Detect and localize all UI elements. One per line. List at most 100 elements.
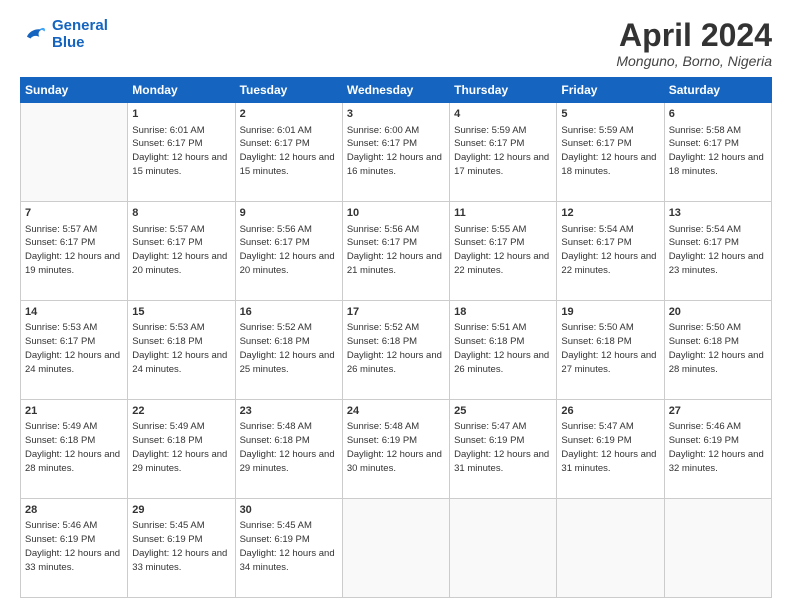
day-number: 28 <box>25 503 123 518</box>
day-info: Sunrise: 6:00 AMSunset: 6:17 PMDaylight:… <box>347 124 445 179</box>
day-info: Sunrise: 5:53 AMSunset: 6:18 PMDaylight:… <box>132 321 230 376</box>
calendar-cell: 6 Sunrise: 5:58 AMSunset: 6:17 PMDaylight… <box>664 103 771 202</box>
day-number: 1 <box>132 107 230 122</box>
weekday-header-saturday: Saturday <box>664 78 771 103</box>
day-info: Sunrise: 6:01 AMSunset: 6:17 PMDaylight:… <box>132 124 230 179</box>
logo-line1: General <box>52 17 108 34</box>
weekday-header-thursday: Thursday <box>450 78 557 103</box>
calendar-cell: 25Sunrise: 5:47 AMSunset: 6:19 PMDayligh… <box>450 400 557 499</box>
calendar-cell: 15Sunrise: 5:53 AMSunset: 6:18 PMDayligh… <box>128 301 235 400</box>
calendar-cell: 18Sunrise: 5:51 AMSunset: 6:18 PMDayligh… <box>450 301 557 400</box>
day-info: Sunrise: 5:51 AMSunset: 6:18 PMDaylight:… <box>454 321 552 376</box>
day-info: Sunrise: 5:54 AMSunset: 6:17 PMDaylight:… <box>561 223 659 278</box>
weekday-header-friday: Friday <box>557 78 664 103</box>
day-number: 2 <box>240 107 338 122</box>
day-number: 21 <box>25 404 123 419</box>
calendar-cell <box>450 499 557 598</box>
calendar-cell: 21Sunrise: 5:49 AMSunset: 6:18 PMDayligh… <box>21 400 128 499</box>
day-number: 23 <box>240 404 338 419</box>
day-number: 9 <box>240 206 338 221</box>
logo-bird-icon <box>20 21 48 49</box>
weekday-header-tuesday: Tuesday <box>235 78 342 103</box>
calendar-week-row: 28Sunrise: 5:46 AMSunset: 6:19 PMDayligh… <box>21 499 772 598</box>
calendar-cell: 28Sunrise: 5:46 AMSunset: 6:19 PMDayligh… <box>21 499 128 598</box>
day-number: 7 <box>25 206 123 221</box>
day-info: Sunrise: 5:55 AMSunset: 6:17 PMDaylight:… <box>454 223 552 278</box>
weekday-header-sunday: Sunday <box>21 78 128 103</box>
logo: General Blue <box>20 18 108 51</box>
day-number: 27 <box>669 404 767 419</box>
calendar-cell: 2 Sunrise: 6:01 AMSunset: 6:17 PMDaylight… <box>235 103 342 202</box>
day-info: Sunrise: 5:49 AMSunset: 6:18 PMDaylight:… <box>25 420 123 475</box>
calendar-cell <box>21 103 128 202</box>
day-info: Sunrise: 5:46 AMSunset: 6:19 PMDaylight:… <box>669 420 767 475</box>
day-number: 11 <box>454 206 552 221</box>
calendar-cell: 24Sunrise: 5:48 AMSunset: 6:19 PMDayligh… <box>342 400 449 499</box>
calendar-cell: 22Sunrise: 5:49 AMSunset: 6:18 PMDayligh… <box>128 400 235 499</box>
calendar-cell: 3Sunrise: 6:00 AMSunset: 6:17 PMDaylight… <box>342 103 449 202</box>
day-number: 18 <box>454 305 552 320</box>
calendar-cell: 23Sunrise: 5:48 AMSunset: 6:18 PMDayligh… <box>235 400 342 499</box>
day-info: Sunrise: 5:50 AMSunset: 6:18 PMDaylight:… <box>561 321 659 376</box>
title-block: April 2024 Monguno, Borno, Nigeria <box>616 18 772 69</box>
day-number: 13 <box>669 206 767 221</box>
day-info: Sunrise: 5:59 AMSunset: 6:17 PMDaylight:… <box>561 124 659 179</box>
day-info: Sunrise: 5:46 AMSunset: 6:19 PMDaylight:… <box>25 519 123 574</box>
day-info: Sunrise: 5:59 AMSunset: 6:17 PMDaylight:… <box>454 124 552 179</box>
calendar-cell: 10 Sunrise: 5:56 AMSunset: 6:17 PMDayligh… <box>342 202 449 301</box>
day-number: 19 <box>561 305 659 320</box>
day-number: 16 <box>240 305 338 320</box>
day-info: Sunrise: 5:47 AMSunset: 6:19 PMDaylight:… <box>454 420 552 475</box>
calendar-cell: 9 Sunrise: 5:56 AMSunset: 6:17 PMDaylight… <box>235 202 342 301</box>
calendar-header-row: SundayMondayTuesdayWednesdayThursdayFrid… <box>21 78 772 103</box>
day-number: 12 <box>561 206 659 221</box>
day-number: 5 <box>561 107 659 122</box>
calendar-week-row: 21Sunrise: 5:49 AMSunset: 6:18 PMDayligh… <box>21 400 772 499</box>
calendar-week-row: 7 Sunrise: 5:57 AMSunset: 6:17 PMDaylight… <box>21 202 772 301</box>
calendar-week-row: 1 Sunrise: 6:01 AMSunset: 6:17 PMDaylight… <box>21 103 772 202</box>
day-number: 24 <box>347 404 445 419</box>
day-info: Sunrise: 5:45 AMSunset: 6:19 PMDaylight:… <box>240 519 338 574</box>
day-info: Sunrise: 5:52 AMSunset: 6:18 PMDaylight:… <box>240 321 338 376</box>
day-number: 22 <box>132 404 230 419</box>
calendar-cell <box>664 499 771 598</box>
day-info: Sunrise: 5:54 AMSunset: 6:17 PMDaylight:… <box>669 223 767 278</box>
calendar-cell <box>557 499 664 598</box>
day-info: Sunrise: 6:01 AMSunset: 6:17 PMDaylight:… <box>240 124 338 179</box>
calendar-cell: 30Sunrise: 5:45 AMSunset: 6:19 PMDayligh… <box>235 499 342 598</box>
logo-line2: Blue <box>52 34 85 51</box>
calendar-cell: 29Sunrise: 5:45 AMSunset: 6:19 PMDayligh… <box>128 499 235 598</box>
day-info: Sunrise: 5:57 AMSunset: 6:17 PMDaylight:… <box>132 223 230 278</box>
day-info: Sunrise: 5:52 AMSunset: 6:18 PMDaylight:… <box>347 321 445 376</box>
calendar-cell <box>342 499 449 598</box>
page: General Blue April 2024 Monguno, Borno, … <box>0 0 792 612</box>
calendar-cell: 20Sunrise: 5:50 AMSunset: 6:18 PMDayligh… <box>664 301 771 400</box>
day-info: Sunrise: 5:56 AMSunset: 6:17 PMDaylight:… <box>347 223 445 278</box>
day-number: 14 <box>25 305 123 320</box>
day-number: 30 <box>240 503 338 518</box>
month-title: April 2024 <box>616 18 772 53</box>
header: General Blue April 2024 Monguno, Borno, … <box>20 18 772 69</box>
day-info: Sunrise: 5:50 AMSunset: 6:18 PMDaylight:… <box>669 321 767 376</box>
day-info: Sunrise: 5:45 AMSunset: 6:19 PMDaylight:… <box>132 519 230 574</box>
location: Monguno, Borno, Nigeria <box>616 53 772 69</box>
calendar-week-row: 14Sunrise: 5:53 AMSunset: 6:17 PMDayligh… <box>21 301 772 400</box>
day-info: Sunrise: 5:53 AMSunset: 6:17 PMDaylight:… <box>25 321 123 376</box>
day-info: Sunrise: 5:49 AMSunset: 6:18 PMDaylight:… <box>132 420 230 475</box>
day-number: 6 <box>669 107 767 122</box>
calendar-cell: 26Sunrise: 5:47 AMSunset: 6:19 PMDayligh… <box>557 400 664 499</box>
day-number: 10 <box>347 206 445 221</box>
weekday-header-monday: Monday <box>128 78 235 103</box>
calendar-cell: 13 Sunrise: 5:54 AMSunset: 6:17 PMDayligh… <box>664 202 771 301</box>
day-info: Sunrise: 5:58 AMSunset: 6:17 PMDaylight:… <box>669 124 767 179</box>
calendar-cell: 16Sunrise: 5:52 AMSunset: 6:18 PMDayligh… <box>235 301 342 400</box>
calendar-cell: 27Sunrise: 5:46 AMSunset: 6:19 PMDayligh… <box>664 400 771 499</box>
day-number: 26 <box>561 404 659 419</box>
day-number: 25 <box>454 404 552 419</box>
day-info: Sunrise: 5:56 AMSunset: 6:17 PMDaylight:… <box>240 223 338 278</box>
day-number: 8 <box>132 206 230 221</box>
calendar-cell: 12 Sunrise: 5:54 AMSunset: 6:17 PMDayligh… <box>557 202 664 301</box>
day-number: 20 <box>669 305 767 320</box>
calendar-cell: 14Sunrise: 5:53 AMSunset: 6:17 PMDayligh… <box>21 301 128 400</box>
day-info: Sunrise: 5:48 AMSunset: 6:19 PMDaylight:… <box>347 420 445 475</box>
